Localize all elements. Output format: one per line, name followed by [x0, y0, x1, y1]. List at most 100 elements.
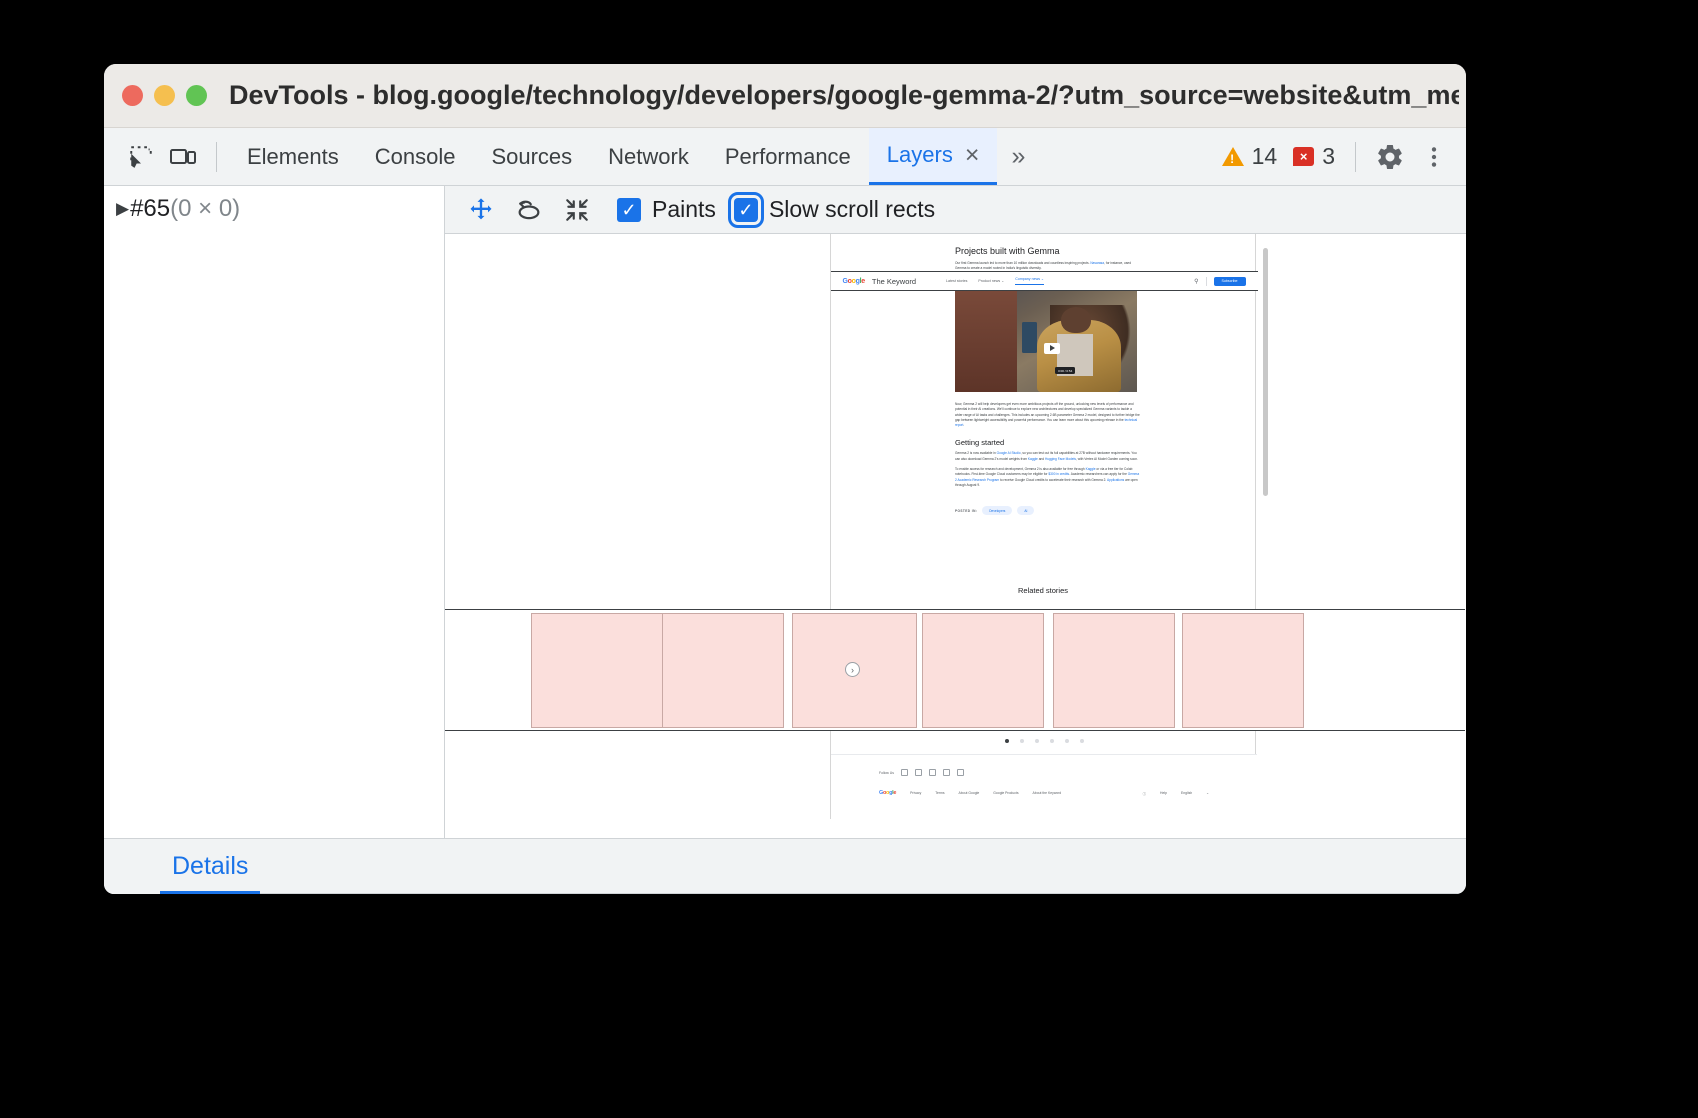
nav-link-latest-stories[interactable]: Latest stories — [946, 279, 967, 283]
inspect-element-icon[interactable] — [120, 136, 162, 178]
more-tabs-icon[interactable]: » — [997, 128, 1039, 185]
layer-box[interactable] — [922, 613, 1044, 728]
reset-view-icon[interactable] — [555, 190, 599, 230]
carousel-dot[interactable] — [1065, 739, 1069, 743]
carousel-dot[interactable] — [1035, 739, 1039, 743]
layer-box[interactable]: › — [792, 613, 917, 728]
kaggle-link-2[interactable]: Kaggle — [1086, 467, 1096, 471]
posted-in-label: POSTED IN: — [955, 509, 977, 513]
slow-scroll-rect-band: › — [445, 609, 1465, 731]
footer-link-terms[interactable]: Terms — [935, 791, 944, 795]
snapshot-getting-started-p1: Gemma 2 is now available in Google AI St… — [955, 451, 1140, 462]
twitter-icon[interactable] — [915, 769, 922, 776]
carousel-dot[interactable] — [1020, 739, 1024, 743]
video-time-chip: 0:00 / 0:54 — [1055, 367, 1075, 374]
google-ai-studio-link[interactable]: Google AI Studio — [997, 451, 1021, 455]
tab-sources[interactable]: Sources — [473, 128, 590, 185]
instagram-icon[interactable] — [901, 769, 908, 776]
error-count: 3 — [1322, 143, 1335, 170]
layers-canvas[interactable]: Projects built with Gemma Our first Gemm… — [445, 234, 1466, 838]
nav-link-company-news[interactable]: Company news ⌄ — [1015, 277, 1044, 285]
site-brand[interactable]: The Keyword — [872, 277, 916, 286]
window-title: DevTools - blog.google/technology/develo… — [229, 80, 1459, 111]
snapshot-intro-line1: Our first Gemma launch led to more than … — [955, 261, 1089, 265]
layer-box[interactable] — [531, 613, 681, 728]
layer-dimensions: (0 × 0) — [170, 195, 240, 223]
paints-checkbox[interactable]: ✓ Paints — [617, 196, 716, 223]
layer-id: #65 — [130, 195, 170, 223]
footer-link-about-google[interactable]: About Google — [959, 791, 980, 795]
devtools-main-toolbar: Elements Console Sources Network Perform… — [104, 128, 1466, 186]
error-counter[interactable]: × 3 — [1285, 143, 1343, 170]
facebook-icon[interactable] — [943, 769, 950, 776]
layer-box[interactable] — [1053, 613, 1175, 728]
site-footer: Follow Us Google Privacy — [831, 754, 1257, 819]
maximize-window-button[interactable] — [186, 85, 207, 106]
snapshot-intro-link[interactable]: Navarasa — [1090, 261, 1104, 265]
minimize-window-button[interactable] — [154, 85, 175, 106]
carousel-dot[interactable] — [1080, 739, 1084, 743]
tag-developers[interactable]: Developers — [982, 506, 1012, 515]
chevron-right-icon[interactable]: › — [845, 662, 860, 677]
layer-tree-item[interactable]: ▶ #65 (0 × 0) — [104, 192, 444, 226]
devtools-body: ▶ #65 (0 × 0) — [104, 186, 1466, 838]
footer-link-google-products[interactable]: Google Products — [993, 791, 1018, 795]
chevron-down-icon: ⌄ — [1041, 277, 1044, 281]
layer-box[interactable] — [1182, 613, 1304, 728]
navbar-right: ⚲ Subscribe — [1194, 277, 1245, 286]
tab-network[interactable]: Network — [590, 128, 707, 185]
credits-link[interactable]: $300 in credits — [1048, 472, 1069, 476]
paints-label: Paints — [652, 196, 716, 223]
help-label[interactable]: Help — [1160, 791, 1167, 795]
video-background — [955, 289, 1017, 392]
nav-link-product-news[interactable]: Product news ⌄ — [978, 279, 1004, 283]
language-label[interactable]: English — [1181, 791, 1192, 795]
follow-us-label: Follow Us — [879, 771, 894, 775]
youtube-icon[interactable] — [929, 769, 936, 776]
carousel-dots — [831, 739, 1257, 743]
carousel-dot[interactable] — [1050, 739, 1054, 743]
play-button-icon[interactable] — [1044, 343, 1060, 354]
footer-link-privacy[interactable]: Privacy — [910, 791, 921, 795]
tab-layers[interactable]: Layers × — [869, 128, 998, 185]
chevron-right-icon[interactable]: ▶ — [116, 199, 129, 219]
kebab-menu-icon[interactable] — [1412, 135, 1456, 179]
tab-console[interactable]: Console — [357, 128, 474, 185]
footer-google-logo: Google — [879, 790, 896, 796]
applications-link[interactable]: Applications — [1107, 478, 1124, 482]
tab-performance[interactable]: Performance — [707, 128, 869, 185]
carousel-dot[interactable] — [1005, 739, 1009, 743]
navbar-divider — [1206, 277, 1207, 286]
close-window-button[interactable] — [122, 85, 143, 106]
tab-details[interactable]: Details — [160, 852, 260, 894]
snapshot-heading: Projects built with Gemma — [955, 246, 1255, 256]
rotate-mode-icon[interactable] — [507, 190, 551, 230]
hugging-face-link[interactable]: Hugging Face Models — [1045, 457, 1076, 461]
layers-toolbar: ✓ Paints ✓ Slow scroll rects — [445, 186, 1466, 234]
devtools-window: DevTools - blog.google/technology/develo… — [104, 64, 1466, 894]
device-toolbar-icon[interactable] — [162, 136, 204, 178]
tab-elements[interactable]: Elements — [229, 128, 357, 185]
devtools-tab-strip: Elements Console Sources Network Perform… — [229, 128, 1039, 185]
pan-mode-icon[interactable] — [459, 190, 503, 230]
kaggle-link[interactable]: Kaggle — [1028, 457, 1038, 461]
snapshot-body-paragraph: Now, Gemma 2 will help developers get ev… — [955, 402, 1140, 428]
hero-video[interactable]: 0:00 / 0:54 — [955, 289, 1137, 392]
google-logo[interactable]: Google — [843, 278, 865, 285]
page-scrollbar[interactable] — [1263, 248, 1268, 496]
window-titlebar: DevTools - blog.google/technology/develo… — [104, 64, 1466, 128]
search-icon[interactable]: ⚲ — [1194, 278, 1198, 285]
footer-link-about-keyword[interactable]: About the Keyword — [1033, 791, 1062, 795]
gear-icon[interactable] — [1368, 135, 1412, 179]
footer-links-row: Google Privacy Terms About Google Google… — [879, 790, 1257, 796]
warning-counter[interactable]: 14 — [1214, 143, 1286, 170]
warning-icon — [1222, 147, 1244, 166]
tag-ai[interactable]: AI — [1017, 506, 1034, 515]
subscribe-button[interactable]: Subscribe — [1214, 277, 1246, 286]
chevron-down-icon[interactable]: ⌄ — [1206, 791, 1209, 795]
close-icon[interactable]: × — [965, 143, 980, 168]
layer-box[interactable] — [662, 613, 784, 728]
linkedin-icon[interactable] — [957, 769, 964, 776]
help-icon[interactable]: ⓘ — [1143, 791, 1146, 796]
slow-scroll-rects-checkbox[interactable]: ✓ Slow scroll rects — [734, 196, 935, 223]
